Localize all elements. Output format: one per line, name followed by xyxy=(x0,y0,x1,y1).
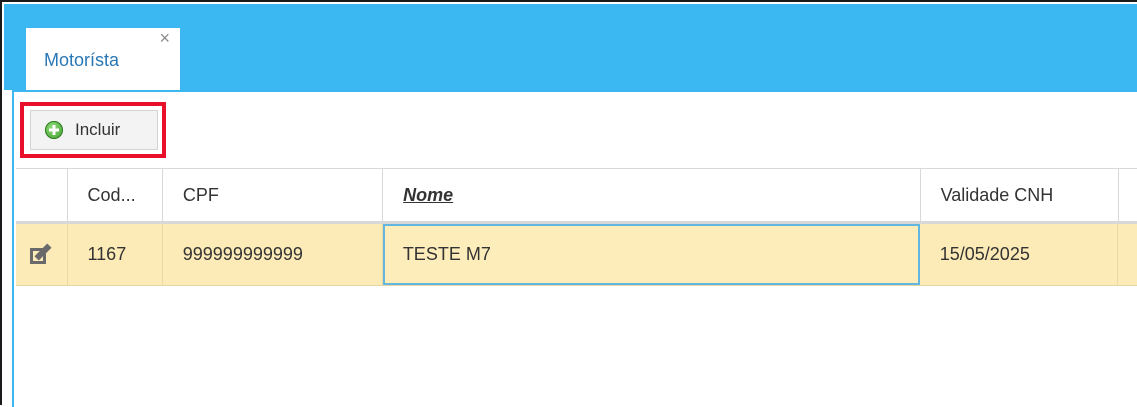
close-icon[interactable]: × xyxy=(159,28,170,49)
column-header-label: Validade CNH xyxy=(940,184,1054,205)
header-filler xyxy=(1119,169,1137,221)
table-row[interactable]: 1167 999999999999 TESTE M7 15/05/2025 xyxy=(16,224,1137,286)
tab-bar: Motorísta × xyxy=(4,4,1137,92)
column-header-label: Nome xyxy=(403,184,454,205)
column-header-cod[interactable]: Cod... xyxy=(68,169,163,221)
tab-label[interactable]: Motorísta xyxy=(44,50,119,71)
tab-content: Incluir Cod... CPF Nome Validade CNH 116… xyxy=(12,90,1137,407)
column-header-nome[interactable]: Nome xyxy=(383,169,921,221)
cell-nome[interactable]: TESTE M7 xyxy=(382,224,920,285)
column-header-validade-cnh[interactable]: Validade CNH xyxy=(921,169,1119,221)
header-edit xyxy=(16,169,68,221)
cell-cod[interactable]: 1167 xyxy=(68,224,163,285)
row-filler xyxy=(1118,224,1137,285)
window-frame: Motorísta × Incluir Cod... CPF Nome Vali… xyxy=(0,0,1137,407)
edit-cell[interactable] xyxy=(16,224,68,285)
cell-cpf[interactable]: 999999999999 xyxy=(163,224,383,285)
edit-icon[interactable] xyxy=(30,243,52,266)
column-header-label: CPF xyxy=(182,184,219,205)
column-header-cpf[interactable]: CPF xyxy=(163,169,384,221)
toolbar: Incluir xyxy=(16,92,1137,168)
grid-header: Cod... CPF Nome Validade CNH xyxy=(16,168,1137,224)
tab-motorista[interactable]: Motorísta × xyxy=(26,28,180,92)
highlight-box xyxy=(20,102,166,158)
cell-validade-cnh[interactable]: 15/05/2025 xyxy=(920,224,1118,285)
column-header-label: Cod... xyxy=(87,184,136,205)
